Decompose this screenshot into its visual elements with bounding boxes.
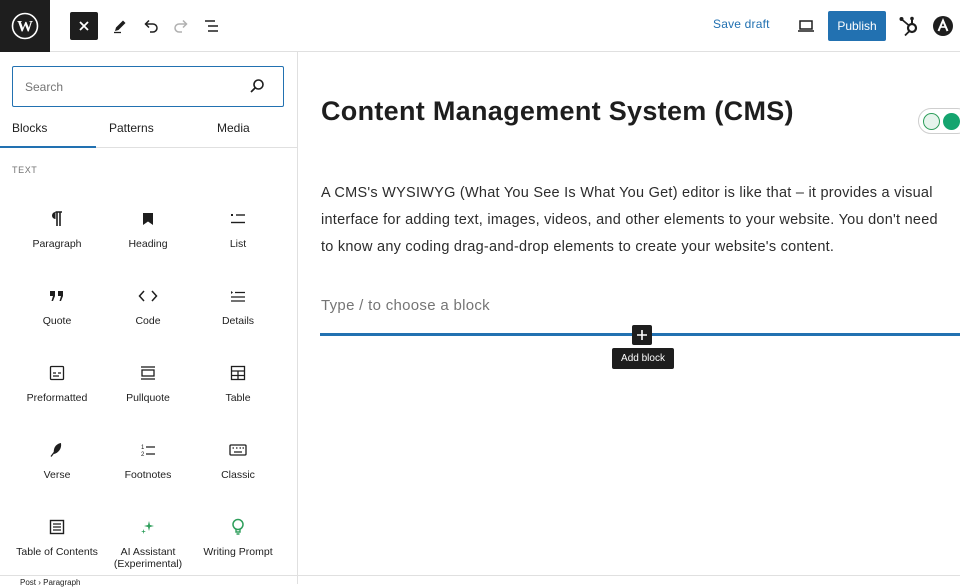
block-preformatted[interactable]: Preformatted [12,362,102,404]
block-label: Preformatted [26,392,88,404]
paragraph-icon [52,211,62,226]
block-label: Classic [221,469,255,481]
empty-block-placeholder[interactable]: Type / to choose a block [321,297,490,314]
block-label: Writing Prompt [203,546,273,558]
block-table[interactable]: Table [193,362,283,404]
block-table-of-contents[interactable]: Table of Contents [12,516,102,558]
paragraph-line: to know any coding drag-and-drop element… [321,239,835,255]
search-placeholder: Search [25,80,64,94]
block-label: Code [135,315,161,327]
list-icon [231,214,245,224]
search-input[interactable]: Search [12,66,284,107]
publish-button[interactable]: Publish [828,11,886,41]
block-label: Table [225,392,251,404]
keyboard-icon [229,444,247,456]
undo-icon [144,19,158,33]
block-label: Quote [42,315,72,327]
tab-media[interactable]: Media [217,121,250,135]
lightbulb-icon [923,113,940,130]
astra-plugin-button[interactable] [929,12,957,40]
block-inserter-panel: Search Blocks Patterns Media TEXT Paragr… [0,52,298,584]
block-code[interactable]: Code [103,285,193,327]
block-label: Footnotes [124,469,172,481]
editor-canvas: Content Management System (CMS) A CMS's … [298,52,960,584]
desktop-preview-icon [798,20,814,32]
block-classic[interactable]: Classic [193,439,283,481]
add-block-button[interactable] [632,325,652,345]
undo-button[interactable] [137,12,165,40]
tab-blocks[interactable]: Blocks [12,121,47,135]
feather-icon [50,443,62,457]
preview-button[interactable] [792,12,820,40]
post-title[interactable]: Content Management System (CMS) [321,96,794,127]
svg-text:1: 1 [141,445,145,451]
editor-header: W Save draft Publish [0,0,960,52]
inserter-tabs: Blocks Patterns Media [0,116,297,148]
grammarly-widget[interactable] [918,108,960,134]
paragraph-line: interface for adding text, images, video… [321,212,938,228]
active-tab-indicator [0,146,96,148]
add-block-tooltip: Add block [612,348,674,369]
block-footnotes[interactable]: 1 2 Footnotes [103,439,193,481]
lightbulb-icon [232,518,244,535]
grammarly-icon [943,113,960,130]
block-breadcrumb[interactable]: Post › Paragraph [20,578,80,587]
block-paragraph[interactable]: Paragraph [12,208,102,250]
table-of-contents-icon [49,519,65,535]
tab-patterns[interactable]: Patterns [109,121,154,135]
code-icon [138,290,158,302]
block-label: Details [221,315,255,327]
block-heading[interactable]: Heading [103,208,193,250]
hubspot-plugin-button[interactable] [895,12,923,40]
category-heading-text: TEXT [12,165,38,175]
footer-divider [0,575,960,576]
block-label: Pullquote [126,392,170,404]
close-inserter-button[interactable] [70,12,98,40]
paragraph-line: A CMS's WYSIWYG (What You See Is What Yo… [321,185,933,201]
pencil-icon [114,20,126,34]
details-icon [231,291,245,302]
block-quote[interactable]: Quote [12,285,102,327]
document-overview-button[interactable] [198,12,226,40]
block-label: Verse [43,469,71,481]
quote-icon [50,291,63,301]
preformatted-icon [49,365,65,381]
hubspot-icon [899,16,918,37]
redo-button[interactable] [167,12,195,40]
close-icon [79,21,89,31]
pullquote-icon [141,366,155,380]
block-label: List [229,238,247,250]
plus-icon [637,330,647,340]
table-icon [230,365,246,381]
wordpress-logo-button[interactable]: W [0,0,50,52]
block-label: Heading [128,238,168,250]
redo-icon [174,19,188,33]
svg-text:2: 2 [141,452,145,457]
wordpress-logo-icon: W [11,12,39,40]
search-icon [250,79,264,93]
sparkles-icon [141,521,154,534]
tools-button[interactable] [106,12,134,40]
bookmark-icon [143,213,153,225]
block-label: Paragraph [32,238,82,250]
block-label: Table of Contents [16,546,98,558]
paragraph-block[interactable]: A CMS's WYSIWYG (What You See Is What Yo… [321,180,960,261]
svg-text:W: W [17,19,33,36]
block-verse[interactable]: Verse [12,439,102,481]
block-ai-assistant[interactable]: AI Assistant (Experimental) [103,516,193,570]
block-writing-prompt[interactable]: Writing Prompt [193,516,283,558]
list-view-icon [205,20,218,32]
block-pullquote[interactable]: Pullquote [103,362,193,404]
block-label: AI Assistant (Experimental) [113,546,183,570]
astra-icon [933,16,953,36]
block-details[interactable]: Details [193,285,283,327]
save-draft-button[interactable]: Save draft [713,17,770,31]
block-list[interactable]: List [193,208,283,250]
footnotes-icon: 1 2 [141,445,155,457]
